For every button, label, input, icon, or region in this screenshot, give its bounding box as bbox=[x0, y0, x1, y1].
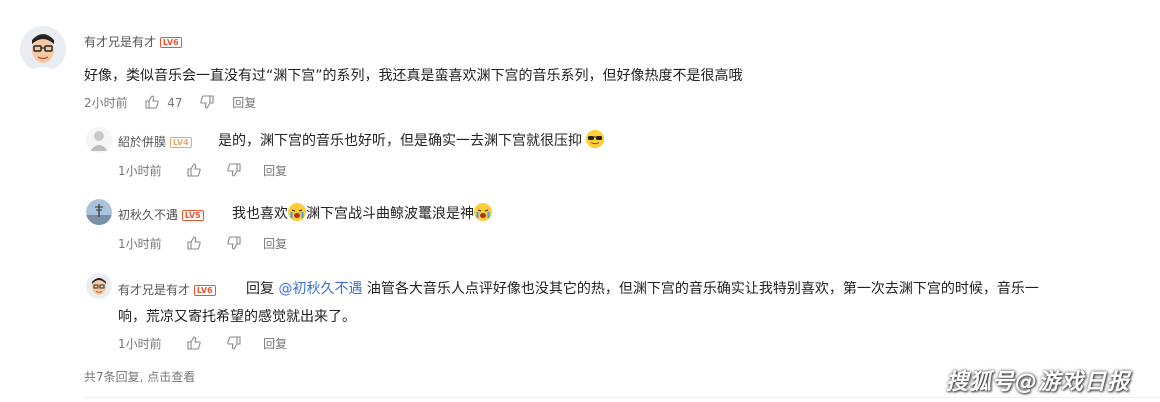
avatar[interactable] bbox=[86, 127, 112, 153]
reply-button[interactable]: 回复 bbox=[263, 237, 287, 251]
thumbs-down-icon[interactable] bbox=[200, 95, 214, 112]
timestamp: 2小时前 bbox=[84, 96, 128, 110]
comment-text: 渊下宫战斗曲鲸波鼍浪是神 bbox=[306, 206, 474, 222]
timestamp: 1小时前 bbox=[118, 164, 162, 178]
timestamp: 1小时前 bbox=[118, 337, 162, 351]
comment-text: 我也喜欢 bbox=[232, 206, 288, 222]
reply-button[interactable]: 回复 bbox=[263, 337, 287, 351]
username[interactable]: 紹於併膜 bbox=[118, 135, 166, 149]
comment-text: 好像，类似音乐会一直没有过“渊下宫”的系列，我还真是蛮喜欢渊下宫的音乐系列，但好… bbox=[84, 68, 743, 84]
level-badge: LV6 bbox=[159, 37, 182, 48]
thumbs-up-icon[interactable] bbox=[187, 336, 202, 353]
like-count: 47 bbox=[167, 96, 183, 110]
level-badge: LV5 bbox=[181, 210, 204, 221]
avatar[interactable] bbox=[20, 26, 66, 72]
watermark: 搜狐号@游戏日报 bbox=[946, 370, 1131, 395]
crying-emoji-icon bbox=[288, 203, 306, 221]
thumbs-up-icon[interactable] bbox=[187, 236, 202, 253]
timestamp: 1小时前 bbox=[118, 237, 162, 251]
divider bbox=[84, 397, 1160, 398]
reply-prefix: 回复 bbox=[246, 281, 274, 297]
avatar[interactable] bbox=[86, 273, 112, 299]
reply-button[interactable]: 回复 bbox=[232, 96, 256, 110]
comment-text: 是的，渊下宫的音乐也好听，但是确实一去渊下宫就很压抑 bbox=[218, 133, 582, 149]
thumbs-down-icon[interactable] bbox=[227, 163, 241, 180]
avatar[interactable] bbox=[86, 199, 112, 225]
level-badge: LV4 bbox=[169, 137, 192, 148]
reply-button[interactable]: 回复 bbox=[263, 164, 287, 178]
comment-text-continued: 响，荒凉又寄托希望的感觉就出来了。 bbox=[118, 309, 356, 325]
username[interactable]: 有才兄是有才 bbox=[84, 35, 156, 49]
thumbs-up-icon[interactable] bbox=[187, 163, 202, 180]
thumbs-up-icon[interactable] bbox=[145, 95, 160, 112]
thumbs-down-icon[interactable] bbox=[227, 336, 241, 353]
view-all-replies-link[interactable]: 共7条回复, 点击查看 bbox=[84, 368, 195, 385]
comment-text: 油管各大音乐人点评好像也没其它的热，但渊下宫的音乐确实让我特别喜欢，第一次去渊下… bbox=[366, 281, 1039, 297]
thumbs-down-icon[interactable] bbox=[227, 236, 241, 253]
level-badge: LV6 bbox=[193, 285, 216, 296]
username[interactable]: 初秋久不遇 bbox=[118, 208, 178, 222]
mention-link[interactable]: @初秋久不遇 bbox=[278, 281, 362, 297]
username[interactable]: 有才兄是有才 bbox=[118, 283, 190, 297]
sunglasses-emoji-icon bbox=[586, 130, 605, 148]
crying-emoji-icon bbox=[474, 203, 492, 221]
